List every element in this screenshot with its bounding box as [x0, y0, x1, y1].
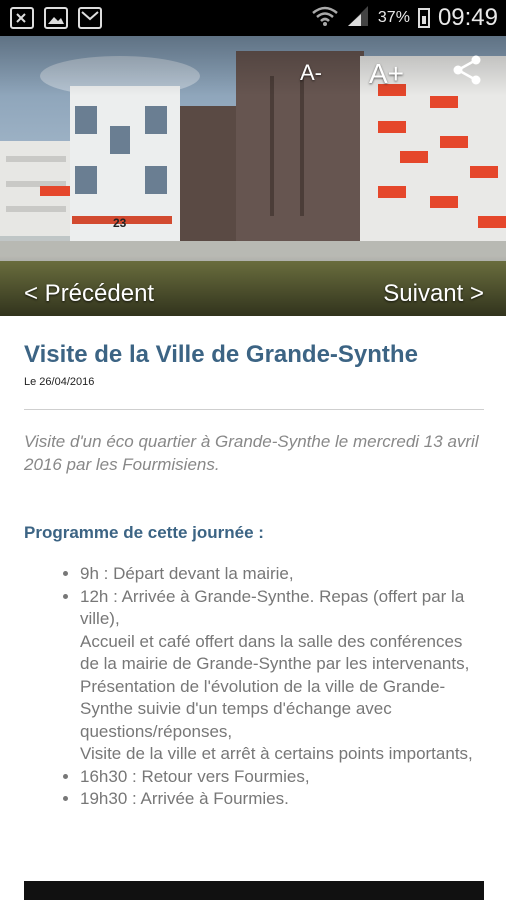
- list-item: 19h30 : Arrivée à Fourmies.: [80, 788, 484, 811]
- article-date: Le 26/04/2016: [24, 376, 95, 388]
- font-decrease-button[interactable]: A-: [300, 60, 322, 86]
- hero-image: 23 A- A+ < Précédent Suivant >: [0, 36, 506, 316]
- list-item: 16h30 : Retour vers Fourmies,: [80, 766, 484, 789]
- list-item: 12h : Arrivée à Grande-Synthe. Repas (of…: [80, 586, 484, 766]
- font-increase-button[interactable]: A+: [369, 58, 404, 90]
- building-number: 23: [113, 216, 127, 230]
- article-title: Visite de la Ville de Grande-Synthe: [24, 341, 418, 368]
- image-icon: [44, 7, 68, 29]
- list-item: 9h : Départ devant la mairie,: [80, 563, 484, 586]
- previous-button[interactable]: < Précédent: [24, 280, 154, 308]
- clock: 09:49: [437, 4, 498, 31]
- signal-icon: [346, 5, 370, 32]
- wifi-icon: [312, 5, 338, 32]
- battery-icon: [417, 8, 430, 28]
- article-intro: Visite d'un éco quartier à Grande-Synthe…: [24, 432, 479, 474]
- share-icon[interactable]: [452, 54, 482, 91]
- programme-title: Programme de cette journée :: [24, 523, 264, 542]
- building-dark: [180, 106, 240, 246]
- next-button[interactable]: Suivant >: [383, 280, 484, 308]
- status-bar: 37% 09:49: [0, 0, 506, 36]
- battery-percent: 37%: [377, 9, 410, 26]
- gmail-icon: [78, 7, 102, 29]
- article: Visite de la Ville de Grande-Synthe Le 2…: [24, 316, 484, 811]
- document-x-icon: [10, 7, 34, 29]
- divider: [24, 409, 484, 410]
- embedded-video[interactable]: [24, 881, 484, 900]
- programme-list: 9h : Départ devant la mairie, 12h : Arri…: [24, 563, 484, 811]
